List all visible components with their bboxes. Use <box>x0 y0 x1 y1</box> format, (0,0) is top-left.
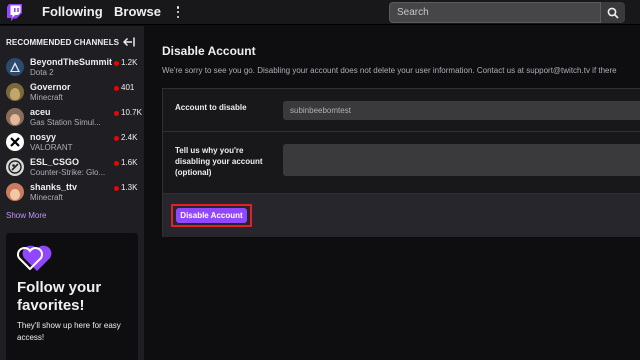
channel-avatar <box>6 108 24 126</box>
page-description: We're sorry to see you go. Disabling you… <box>162 66 617 75</box>
channel-game: Dota 2 <box>30 68 54 77</box>
more-menu-icon[interactable] <box>174 5 182 19</box>
reason-field[interactable] <box>283 144 640 176</box>
live-indicator-icon <box>114 136 119 141</box>
search-input[interactable]: Search <box>389 2 601 23</box>
channel-game: Counter-Strike: Glo... <box>30 168 106 177</box>
channel-item[interactable]: aceu Gas Station Simul... 10.7K <box>0 105 144 130</box>
disable-account-button[interactable]: Disable Account <box>176 208 247 223</box>
viewer-count: 1.6K <box>121 158 138 167</box>
live-indicator-icon <box>114 86 119 91</box>
channel-name: ESL_CSGO <box>30 157 80 167</box>
recommended-channels-heading: RECOMMENDED CHANNELS <box>6 38 120 47</box>
search-icon <box>607 7 619 19</box>
channel-avatar <box>6 58 24 76</box>
twitch-logo-icon[interactable] <box>7 4 23 21</box>
form-footer: Disable Account <box>163 194 640 237</box>
channel-avatar <box>6 133 24 151</box>
reason-row: Tell us why you're disabling your accoun… <box>163 132 640 194</box>
channel-avatar <box>6 158 24 176</box>
viewer-count: 2.4K <box>121 133 138 142</box>
live-indicator-icon <box>114 186 119 191</box>
live-indicator-icon <box>114 61 119 66</box>
viewer-count: 401 <box>121 83 135 92</box>
search-button[interactable] <box>601 2 625 23</box>
channel-name: nosyy <box>30 132 57 142</box>
channel-name: aceu <box>30 107 51 117</box>
channel-avatar <box>6 183 24 201</box>
follow-promo-card: Follow your favorites! They'll show up h… <box>6 233 138 360</box>
channel-item[interactable]: nosyy VALORANT 2.4K <box>0 130 144 155</box>
top-nav: Following Browse Search <box>0 0 640 25</box>
promo-text: They'll show up here for easy access! <box>17 321 121 342</box>
channel-game: Minecraft <box>30 193 63 202</box>
live-indicator-icon <box>114 111 119 116</box>
disable-account-form: Account to disable subinbeebomtest Tell … <box>162 88 640 237</box>
hearts-icon <box>17 245 52 271</box>
nav-following[interactable]: Following <box>42 4 103 19</box>
channel-item[interactable]: shanks_ttv Minecraft 1.3K <box>0 180 144 205</box>
channel-item[interactable]: BeyondTheSummit Dota 2 1.2K <box>0 55 144 80</box>
viewer-count: 1.2K <box>121 58 138 67</box>
account-row: Account to disable subinbeebomtest <box>163 89 640 132</box>
sidebar: RECOMMENDED CHANNELS BeyondTheSummit Dot… <box>0 26 144 360</box>
channel-item[interactable]: Governor Minecraft 401 <box>0 80 144 105</box>
show-more-link[interactable]: Show More <box>6 211 46 220</box>
viewer-count: 1.3K <box>121 183 138 192</box>
channel-item[interactable]: ESL_CSGO Counter-Strike: Glo... 1.6K <box>0 155 144 180</box>
channel-game: VALORANT <box>30 143 73 152</box>
nav-browse[interactable]: Browse <box>114 4 161 19</box>
viewer-count: 10.7K <box>121 108 142 117</box>
reason-label: Tell us why you're disabling your accoun… <box>175 146 263 177</box>
channel-name: shanks_ttv <box>30 182 78 192</box>
live-indicator-icon <box>114 161 119 166</box>
button-highlight: Disable Account <box>171 204 252 227</box>
channel-avatar <box>6 83 24 101</box>
channel-name: Governor <box>30 82 71 92</box>
channel-game: Minecraft <box>30 93 63 102</box>
page-title: Disable Account <box>162 44 256 58</box>
collapse-sidebar-icon[interactable] <box>123 37 135 47</box>
promo-title: Follow your favorites! <box>17 279 102 314</box>
account-field[interactable]: subinbeebomtest <box>283 101 640 120</box>
account-label: Account to disable <box>175 103 247 112</box>
channel-name: BeyondTheSummit <box>30 57 113 67</box>
channel-game: Gas Station Simul... <box>30 118 101 127</box>
